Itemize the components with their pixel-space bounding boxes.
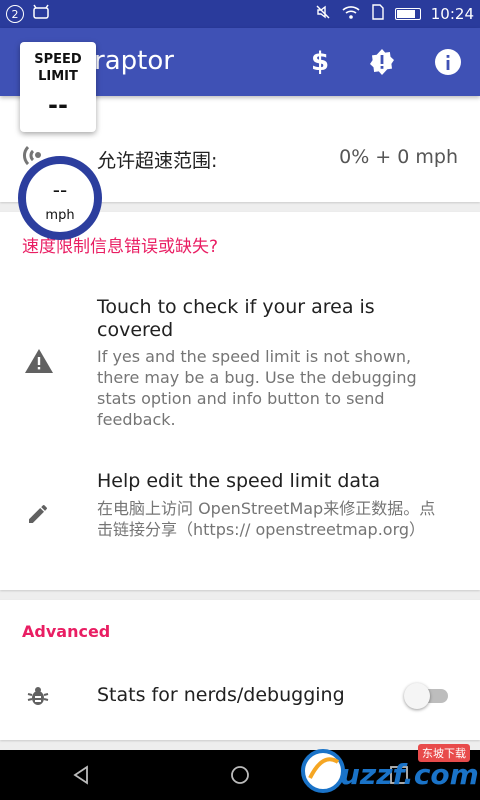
android-notification-icon [32,4,50,24]
watermark-brand: uzzf.com [340,758,479,791]
stats-toggle[interactable] [404,683,450,709]
stats-label: Stats for nerds/debugging [97,684,345,706]
stats-toggle-thumb [404,683,430,709]
edit-speed-data-subtitle: 在电脑上访问 OpenStreetMap来修正数据。点击链接分享（https:/… [97,499,436,539]
bug-icon [26,684,50,712]
notification-count-badge: 2 [6,5,24,23]
help-card: 速度限制信息错误或缺失? Touch to check if your area… [0,212,480,590]
edit-speed-data-item[interactable]: Help edit the speed limit data 在电脑上访问 Op… [0,462,480,572]
home-icon[interactable] [229,764,251,786]
advanced-section-header: Advanced [22,622,111,641]
advanced-card: Advanced Stats for nerds/debugging [0,600,480,740]
tolerance-value: 0% + 0 mph [339,146,458,168]
battery-icon [394,8,421,20]
clock: 10:24 [430,5,474,23]
speed-limit-widget[interactable]: SPEED LIMIT -- [20,42,96,132]
alert-badge-icon [370,49,394,75]
tolerance-label: 允许超速范围: [97,150,218,172]
speedometer-value: -- [52,178,68,202]
status-bar: 2 10:24 [0,0,480,28]
check-coverage-subtitle: If yes and the speed limit is not shown,… [97,347,417,429]
donate-button[interactable]: $ [302,44,338,80]
info-button[interactable] [430,44,466,80]
speedometer-widget[interactable]: -- mph [18,156,102,240]
check-coverage-item[interactable]: Touch to check if your area is covered I… [0,282,480,432]
dollar-icon: $ [310,47,330,77]
sim-icon [371,4,385,24]
speed-limit-label: SPEED LIMIT [34,52,82,84]
speedometer-unit: mph [45,208,75,223]
speed-limit-value: -- [48,91,68,119]
check-coverage-title: Touch to check if your area is covered [97,296,375,341]
pencil-icon [26,502,50,530]
back-icon[interactable] [70,764,92,786]
watermark-tag: 东坡下载 [418,744,470,762]
site-watermark: uzzf.com 东坡下载 [296,742,479,798]
warning-icon [24,348,54,378]
mute-icon [315,4,331,24]
app-title: raptor [94,46,174,76]
edit-speed-data-title: Help edit the speed limit data [97,470,381,492]
wifi-icon [341,4,361,24]
alert-button[interactable] [364,44,400,80]
info-icon [435,49,461,75]
